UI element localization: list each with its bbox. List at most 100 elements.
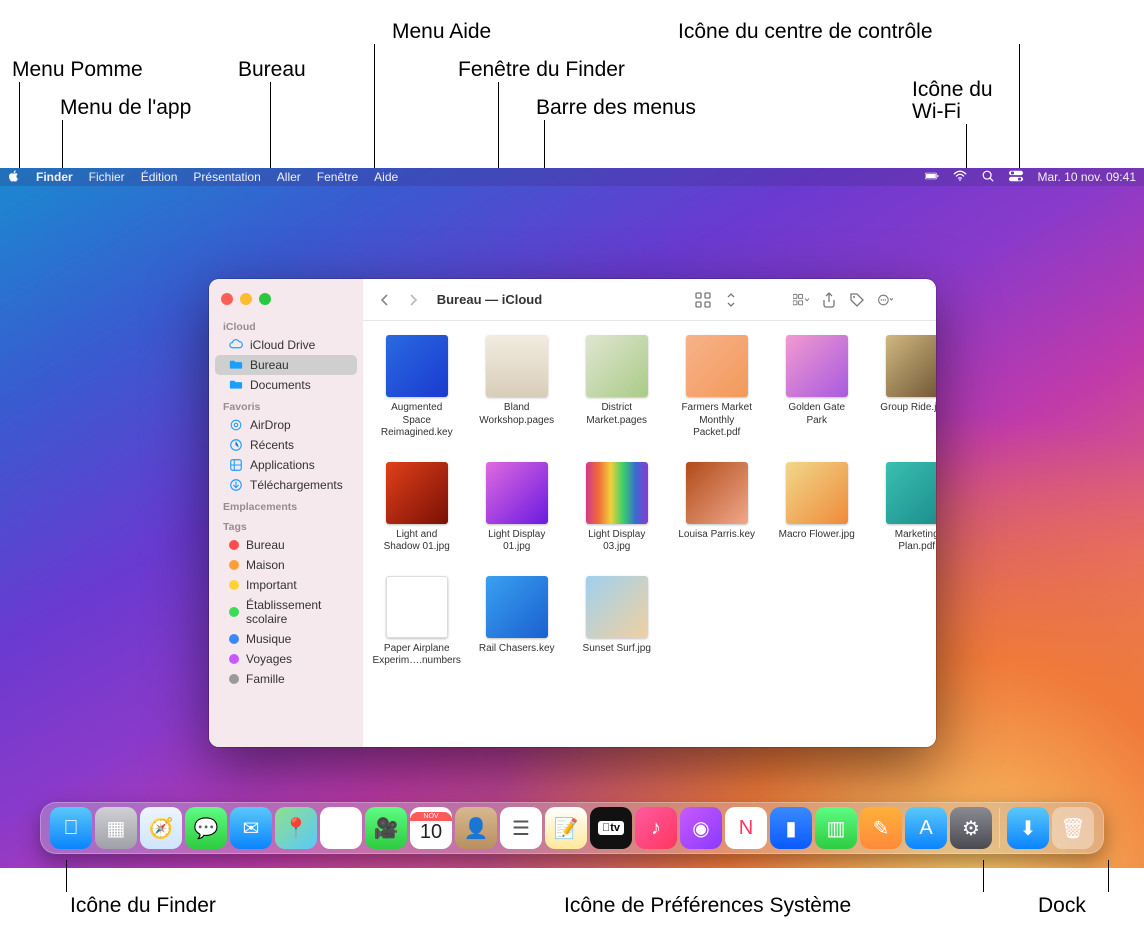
file-item[interactable]: Paper Airplane Experim….numbers [377,576,457,668]
sidebar-item[interactable]: Applications [215,455,357,475]
sidebar-item[interactable]: AirDrop [215,415,357,435]
sidebar-item-label: Documents [250,378,311,392]
sidebar-item[interactable]: iCloud Drive [215,335,357,355]
minimize-button[interactable] [240,293,252,305]
dock-appstore[interactable]: A [905,807,947,849]
sidebar-item[interactable]: Établissement scolaire [215,595,357,629]
file-label: Golden Gate Park [777,402,857,427]
menu-view[interactable]: Présentation [193,170,260,184]
dock-contacts[interactable]: 👤 [455,807,497,849]
dock-podcasts[interactable]: ◉ [680,807,722,849]
file-item[interactable]: Bland Workshop.pages [477,335,557,440]
share-button[interactable] [821,292,837,308]
file-label: Farmers Market Monthly Packet.pdf [677,402,757,440]
dock-facetime[interactable]: 🎥 [365,807,407,849]
sidebar-header: Tags [209,515,363,535]
tag-dot-icon [229,607,239,617]
callout-sysprefs: Icône de Préférences Système [564,894,851,918]
file-item[interactable]: Golden Gate Park [777,335,857,440]
sidebar-item-label: Maison [246,558,285,572]
dock-finder[interactable]: 􀎞 [50,807,92,849]
menubar-clock[interactable]: Mar. 10 nov. 09:41 [1037,170,1136,184]
file-item[interactable]: Light Display 03.jpg [577,462,657,554]
file-item[interactable]: Rail Chasers.key [477,576,557,668]
sidebar-item[interactable]: Important [215,575,357,595]
file-item[interactable]: Louisa Parris.key [677,462,757,554]
menu-window[interactable]: Fenêtre [317,170,358,184]
desktop[interactable]: Finder Fichier Édition Présentation Alle… [0,168,1144,868]
dock-safari[interactable]: 🧭 [140,807,182,849]
spotlight-icon[interactable] [981,169,995,186]
forward-button[interactable] [405,292,421,308]
apple-menu[interactable] [8,170,20,185]
finder-window: iCloudiCloud DriveBureauDocumentsFavoris… [209,279,936,747]
sidebar-item[interactable]: Bureau [215,535,357,555]
file-thumbnail [486,576,548,638]
view-icon-button[interactable] [695,292,711,308]
file-label: Light Display 03.jpg [577,529,657,554]
sidebar-item[interactable]: Récents [215,435,357,455]
sidebar-item[interactable]: Documents [215,375,357,395]
tag-dot-icon [229,634,239,644]
sidebar-item-label: Récents [250,438,294,452]
file-item[interactable]: Farmers Market Monthly Packet.pdf [677,335,757,440]
sidebar-item[interactable]: Musique [215,629,357,649]
sidebar-item-label: Famille [246,672,285,686]
dock-numbers[interactable]: ▥ [815,807,857,849]
dock-calendar[interactable]: NOV10 [410,807,452,849]
menu-edit[interactable]: Édition [141,170,178,184]
menubar: Finder Fichier Édition Présentation Alle… [0,168,1144,186]
file-item[interactable]: Light and Shadow 01.jpg [377,462,457,554]
dock-reminders[interactable]: ☰ [500,807,542,849]
file-item[interactable]: Augmented Space Reimagined.key [377,335,457,440]
wifi-icon[interactable] [953,169,967,186]
menu-file[interactable]: Fichier [89,170,125,184]
close-button[interactable] [221,293,233,305]
dock-messages[interactable]: 💬 [185,807,227,849]
file-item[interactable]: Light Display 01.jpg [477,462,557,554]
finder-toolbar: Bureau — iCloud [363,279,936,321]
dock-keynote[interactable]: ▮ [770,807,812,849]
dock-sysprefs[interactable]: ⚙︎ [950,807,992,849]
sidebar-item[interactable]: Famille [215,669,357,689]
view-updown-icon[interactable] [723,292,739,308]
sidebar-item[interactable]: Bureau [215,355,357,375]
battery-icon[interactable] [925,169,939,186]
file-thumbnail [686,462,748,524]
more-button[interactable] [877,292,893,308]
file-item[interactable]: Macro Flower.jpg [777,462,857,554]
sidebar-item-label: Établissement scolaire [246,598,343,626]
dock-news[interactable]: N [725,807,767,849]
menu-app-name[interactable]: Finder [36,170,73,184]
file-label: Augmented Space Reimagined.key [377,402,457,440]
sidebar-item[interactable]: Voyages [215,649,357,669]
airdrop-icon [229,418,243,432]
file-grid[interactable]: Augmented Space Reimagined.key Bland Work… [363,321,936,747]
zoom-button[interactable] [259,293,271,305]
file-thumbnail [686,335,748,397]
dock-mail[interactable]: ✉︎ [230,807,272,849]
down-icon [229,478,243,492]
dock-trash[interactable]: 🗑 [1052,807,1094,849]
file-item[interactable]: Sunset Surf.jpg [577,576,657,668]
group-button[interactable] [793,292,809,308]
sidebar-item[interactable]: Maison [215,555,357,575]
dock-music[interactable]: ♪ [635,807,677,849]
back-button[interactable] [377,292,393,308]
file-item[interactable]: District Market.pages [577,335,657,440]
menu-go[interactable]: Aller [277,170,301,184]
window-controls [209,289,363,315]
file-item[interactable]: Marketing Plan.pdf [877,462,936,554]
control-center-icon[interactable] [1009,169,1023,186]
tag-button[interactable] [849,292,865,308]
dock-pages[interactable]: ✎ [860,807,902,849]
sidebar-item[interactable]: Téléchargements [215,475,357,495]
dock-downloads[interactable]: ⬇︎ [1007,807,1049,849]
dock-photos[interactable]: ✿ [320,807,362,849]
dock-launchpad[interactable]: ▦ [95,807,137,849]
menu-help[interactable]: Aide [374,170,398,184]
file-item[interactable]: Group Ride.jpeg [877,335,936,440]
dock-tv[interactable]: tv [590,807,632,849]
dock-maps[interactable]: 📍 [275,807,317,849]
dock-notes[interactable]: 📝 [545,807,587,849]
